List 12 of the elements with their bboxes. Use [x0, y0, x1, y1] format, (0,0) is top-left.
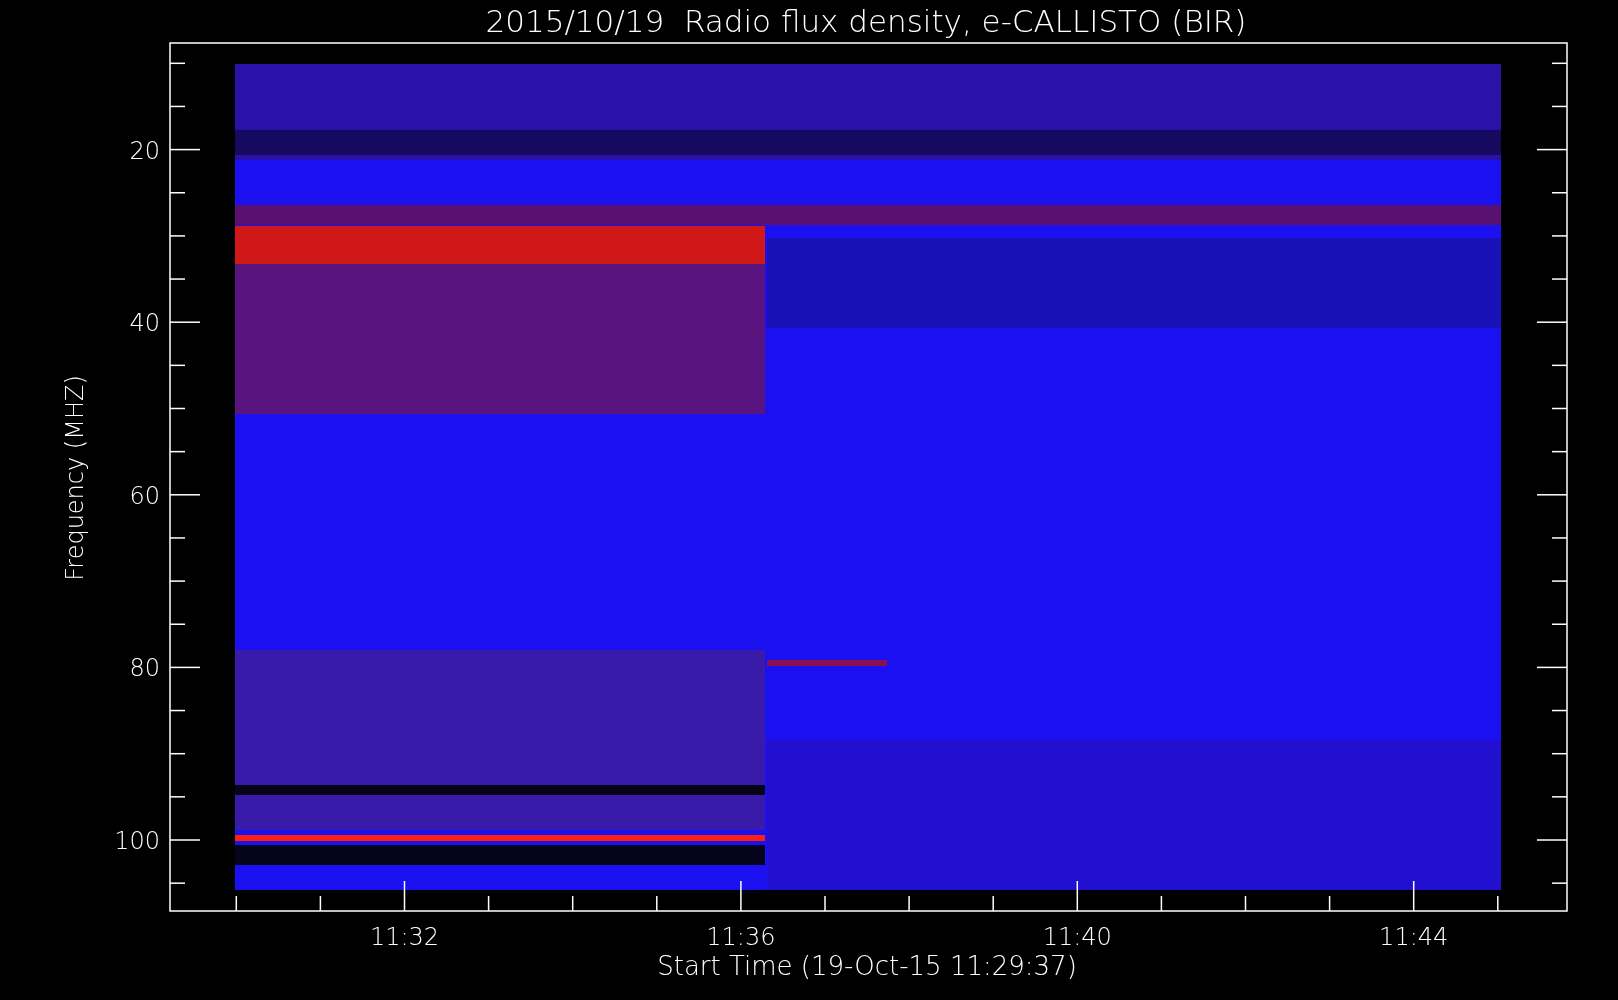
x-axis-title: Start Time (19-Oct-15 11:29:37)	[657, 951, 1077, 981]
y-tick-label: 60	[129, 481, 160, 510]
y-tick-label: 100	[114, 827, 160, 855]
x-tick-label: 11:32	[369, 923, 440, 951]
y-axis-title: Frequency (MHZ)	[61, 375, 89, 581]
x-tick-label: 11:36	[706, 923, 776, 951]
y-tick-label: 20	[129, 136, 160, 165]
x-tick-label: 11:40	[1042, 923, 1112, 951]
x-tick-label: 11:44	[1379, 923, 1449, 951]
y-tick-label: 80	[129, 654, 160, 683]
chart-title: 2015/10/19 Radio flux density, e-CALLISTO (BIR)	[485, 3, 1247, 39]
y-tick-label: 40	[129, 309, 160, 338]
